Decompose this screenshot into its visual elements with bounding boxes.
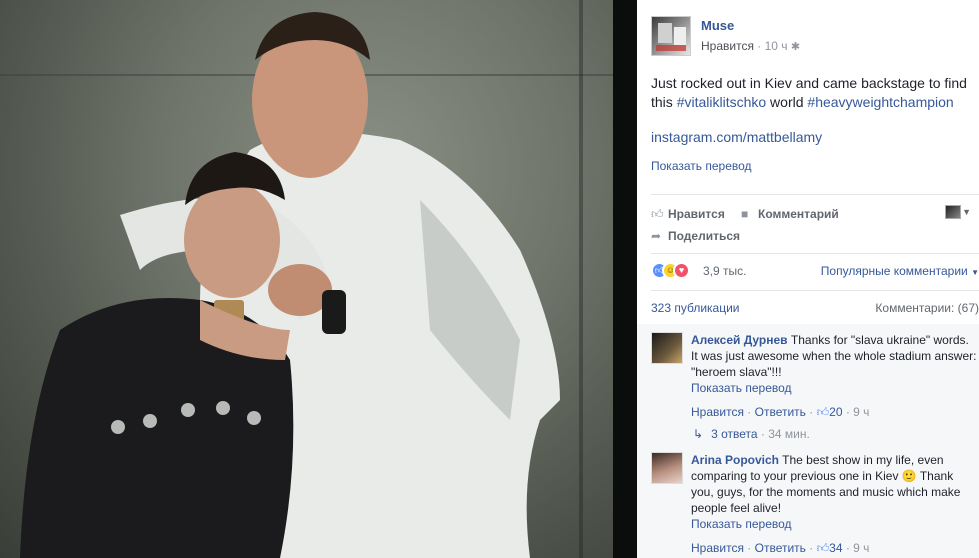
gear-icon: ✱ (790, 41, 801, 53)
divider (651, 253, 979, 254)
page-like-link[interactable]: Нравится (701, 39, 754, 53)
share-button[interactable]: ➦ Поделиться (651, 229, 740, 243)
meta-separator: · (753, 39, 765, 53)
post-photo[interactable] (0, 0, 613, 558)
post-meta: Нравится · 10 ч ✱ (701, 39, 800, 53)
page-name[interactable]: Muse (701, 18, 734, 33)
reply-arrow-icon: ↳ (693, 427, 704, 441)
hashtag-link-1[interactable]: #vitaliklitschko (677, 94, 766, 110)
shares-count[interactable]: 323 публикации (651, 301, 740, 315)
love-reaction-icon: ♥ (673, 262, 690, 279)
avatar[interactable] (651, 332, 683, 364)
show-translation-link[interactable]: Показать перевод (691, 516, 977, 532)
post-sidebar: Muse Нравится · 10 ч ✱ Just rocked out i… (637, 0, 979, 558)
post-header: Muse Нравится · 10 ч ✱ (651, 16, 971, 56)
photo-illustration (20, 12, 560, 558)
reaction-count[interactable]: 3,9 тыс. (703, 264, 746, 278)
short-man-head (184, 182, 280, 298)
like-button[interactable]: 👍︎ Нравится (651, 207, 725, 222)
comment-time[interactable]: 9 ч (853, 405, 869, 419)
comment-sort-label: Популярные комментарии (820, 264, 968, 278)
reaction-icons[interactable]: 👍︎ ☺ ♥ (651, 262, 703, 279)
instagram-link[interactable]: instagram.com/mattbellamy (651, 129, 822, 145)
viewer-avatar[interactable] (945, 205, 961, 219)
post-text-mid: world (766, 94, 808, 110)
like-button-label: Нравится (668, 207, 725, 221)
chevron-down-icon[interactable]: ▼ (962, 207, 971, 217)
comment-reply-link[interactable]: Ответить (755, 541, 806, 555)
comment-author[interactable]: Arina Popovich (691, 453, 779, 467)
avatar[interactable] (651, 452, 683, 484)
comment-icon: ■ (741, 207, 749, 221)
share-arrow-icon: ➦ (651, 229, 662, 243)
thumbs-up-icon: 👍︎ (816, 405, 830, 419)
comment-like-count[interactable]: 20 (829, 405, 842, 419)
thumbs-up-icon: 👍︎ (816, 541, 830, 555)
watch (322, 290, 346, 334)
divider (651, 290, 979, 291)
comment-meta: Нравится · Ответить · 👍︎34 · 9 ч (691, 541, 870, 555)
comment-reply-link[interactable]: Ответить (755, 405, 806, 419)
comments-count: Комментарии: (67) (875, 301, 979, 315)
comment-like-link[interactable]: Нравится (691, 541, 744, 555)
hashtag-link-2[interactable]: #heavyweightchampion (807, 94, 953, 110)
comment-button[interactable]: ■ Комментарий (741, 207, 839, 221)
comment-body: Arina Popovich The best show in my life,… (691, 452, 977, 556)
comment-meta: Нравится · Ответить · 👍︎20 · 9 ч (691, 405, 870, 419)
comment-sort-dropdown[interactable]: Популярные комментарии ▼ (821, 264, 979, 278)
show-translation-link[interactable]: Показать перевод (651, 159, 752, 173)
chevron-down-icon: ▼ (971, 268, 979, 277)
comment-like-link[interactable]: Нравится (691, 405, 744, 419)
comment-button-label: Комментарий (758, 207, 839, 221)
view-replies-link[interactable]: 3 ответа (711, 427, 757, 441)
post-text: Just rocked out in Kiev and came backsta… (651, 74, 971, 112)
photo-viewer (0, 0, 637, 558)
divider (651, 194, 979, 195)
post-time[interactable]: 10 ч (765, 39, 788, 53)
page-avatar[interactable] (651, 16, 691, 56)
replies-time: 34 мин. (768, 427, 810, 441)
comment-body: Алексей Дурнев Thanks for "slava ukraine… (691, 332, 977, 420)
share-button-label: Поделиться (668, 229, 741, 243)
comment-author[interactable]: Алексей Дурнев (691, 333, 788, 347)
comment-time[interactable]: 9 ч (853, 541, 869, 555)
thumbs-up-icon: 👍︎ (651, 207, 664, 221)
replies-row: ↳ 3 ответа · 34 мин. (693, 427, 810, 441)
show-translation-link[interactable]: Показать перевод (691, 380, 977, 396)
reactions-row: 👍︎ ☺ ♥ 3,9 тыс. Популярные комментарии ▼ (651, 262, 979, 280)
comment-like-count[interactable]: 34 (829, 541, 842, 555)
post-actions: 👍︎ Нравится ■ Комментарий ➦ Поделиться ▼ (651, 203, 971, 253)
